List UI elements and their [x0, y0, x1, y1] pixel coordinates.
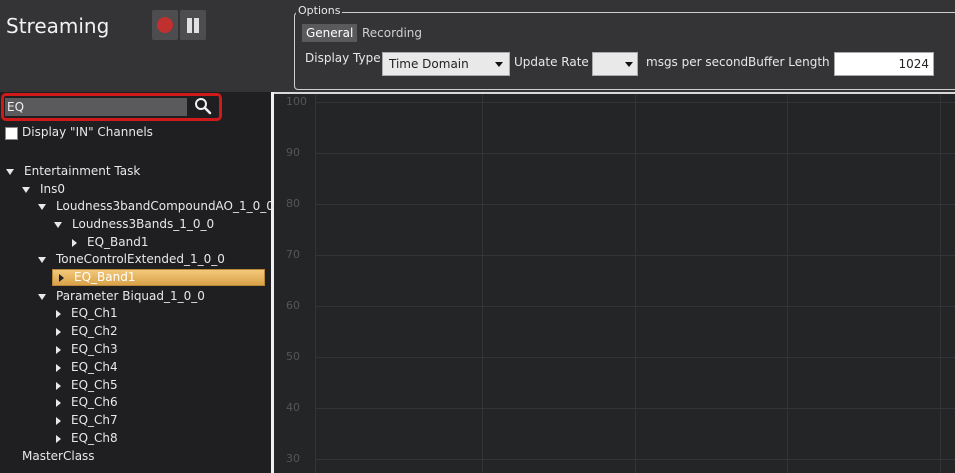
buffer-length-input[interactable]: 1024 — [834, 52, 934, 76]
tab-recording[interactable]: Recording — [358, 24, 426, 42]
y-tick-label: 70 — [286, 248, 300, 261]
grid-line — [315, 408, 955, 409]
collapse-icon — [56, 434, 61, 443]
buffer-length-value: 1024 — [898, 57, 929, 71]
grid-line — [315, 357, 955, 358]
tree-node[interactable]: EQ_Band1 — [72, 235, 148, 249]
grid-line — [315, 306, 955, 307]
tree-node[interactable]: EQ_Ch7 — [56, 413, 118, 427]
collapse-icon — [56, 345, 61, 354]
collapse-icon — [59, 273, 64, 282]
tree-node[interactable]: EQ_Ch6 — [56, 395, 118, 409]
msgs-per-second-label: msgs per second. — [646, 55, 752, 69]
grid-line — [940, 94, 941, 473]
tree-node[interactable]: Entertainment Task — [6, 164, 140, 178]
grid-line — [315, 255, 955, 256]
expand-icon — [38, 256, 46, 263]
tree-node[interactable]: Parameter Biquad_1_0_0 — [38, 289, 205, 303]
grid-line — [315, 459, 955, 460]
grid-line — [635, 94, 636, 473]
grid-line — [315, 102, 955, 103]
display-type-value: Time Domain — [389, 57, 469, 71]
expand-icon — [38, 293, 46, 300]
expand-icon — [54, 221, 62, 228]
y-tick-label: 100 — [286, 95, 307, 108]
chevron-down-icon — [495, 62, 503, 67]
tab-general[interactable]: General — [302, 24, 358, 42]
tree-node[interactable]: MasterClass — [22, 449, 95, 463]
display-in-channels-label: Display "IN" Channels — [22, 125, 153, 139]
y-tick-label: 50 — [286, 350, 300, 363]
tree-node[interactable]: Loudness3bandCompoundAO_1_0_0 — [38, 199, 274, 213]
tree-node-selected[interactable]: EQ_Band1 — [52, 269, 265, 286]
record-button[interactable] — [152, 10, 178, 40]
chevron-down-icon — [625, 62, 633, 67]
collapse-icon — [56, 309, 61, 318]
options-legend: Options — [296, 4, 343, 17]
collapse-icon — [56, 381, 61, 390]
tree-node[interactable]: EQ_Ch4 — [56, 360, 118, 374]
grid-line — [482, 94, 483, 473]
buffer-length-label: Buffer Length : — [748, 55, 838, 69]
y-tick-label: 90 — [286, 146, 300, 159]
collapse-icon — [56, 398, 61, 407]
display-type-select[interactable]: Time Domain — [382, 52, 510, 76]
plot-area[interactable] — [274, 94, 955, 473]
collapse-icon — [72, 238, 77, 247]
tree-node[interactable]: EQ_Ch8 — [56, 431, 118, 445]
expand-icon — [38, 203, 46, 210]
tree-node[interactable]: EQ_Ch3 — [56, 342, 118, 356]
tree-node[interactable]: Ins0 — [22, 182, 65, 196]
y-tick-label: 30 — [286, 452, 300, 465]
record-icon — [157, 17, 173, 33]
grid-line — [315, 204, 955, 205]
pause-button[interactable] — [180, 10, 206, 40]
tree-node[interactable]: EQ_Ch1 — [56, 306, 118, 320]
collapse-icon — [56, 416, 61, 425]
collapse-icon — [56, 363, 61, 372]
grid-line — [315, 94, 316, 473]
tree-node[interactable]: EQ_Ch5 — [56, 378, 118, 392]
expand-icon — [6, 168, 14, 175]
update-rate-select[interactable] — [592, 52, 638, 76]
collapse-icon — [56, 327, 61, 336]
grid-line — [787, 94, 788, 473]
y-tick-label: 40 — [286, 401, 300, 414]
app-title: Streaming — [6, 14, 110, 38]
pause-icon — [187, 18, 192, 33]
expand-icon — [22, 186, 30, 193]
grid-line — [315, 153, 955, 154]
display-type-label: Display Type : — [305, 51, 389, 65]
search-highlight — [1, 93, 222, 121]
y-tick-label: 60 — [286, 299, 300, 312]
tree-node[interactable]: Loudness3Bands_1_0_0 — [54, 217, 214, 231]
tree-node[interactable]: EQ_Ch2 — [56, 324, 118, 338]
y-tick-label: 80 — [286, 197, 300, 210]
display-in-channels-checkbox[interactable] — [5, 127, 18, 140]
tree-node[interactable]: ToneControlExtended_1_0_0 — [38, 252, 225, 266]
update-rate-label: Update Rate : — [514, 55, 597, 69]
